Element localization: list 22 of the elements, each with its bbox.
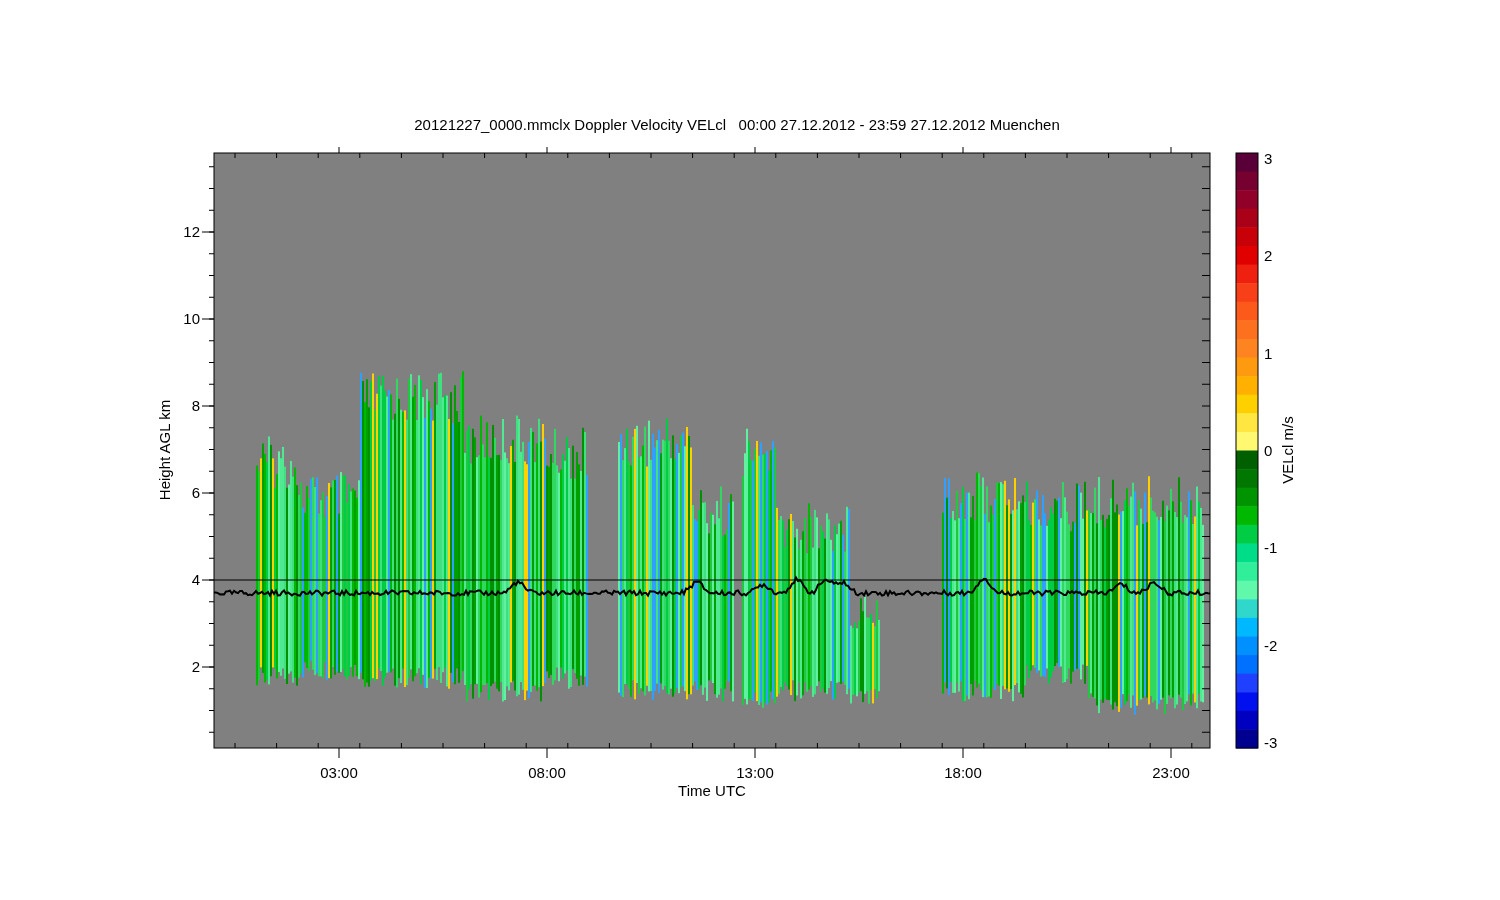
x-axis-label: Time UTC [678, 782, 746, 799]
x-tick-label: 23:00 [1152, 764, 1190, 781]
x-tick-label: 03:00 [320, 764, 358, 781]
colorbar-label: VELcl m/s [1279, 416, 1296, 484]
colorbar-tick-label: -2 [1264, 636, 1278, 654]
y-tick-label: 10 [183, 310, 200, 327]
plot-title: 20121227_0000.mmclx Doppler Velocity VELcl 00:00 27.12.2012 - 23:59 27.12.2012 Muenchen [414, 116, 1060, 133]
colorbar-tick-label: 0 [1264, 441, 1273, 459]
x-tick-label: 18:00 [944, 764, 982, 781]
y-tick-label: 2 [191, 658, 200, 675]
x-tick-label: 08:00 [528, 764, 566, 781]
y-tick-label: 4 [191, 571, 200, 588]
colorbar-tick-label: 2 [1264, 247, 1273, 265]
colorbar-tick-label: -1 [1264, 539, 1278, 557]
colorbar-tick-label: 3 [1264, 150, 1273, 167]
y-tick-label: 8 [191, 397, 200, 414]
y-tick-label: 12 [183, 223, 200, 240]
y-tick-label: 6 [191, 484, 200, 501]
colorbar-tick-label: 1 [1264, 344, 1273, 362]
y-axis-label: Height AGL km [156, 399, 173, 501]
x-tick-label: 13:00 [736, 764, 774, 781]
colorbar-tick-label: -3 [1264, 733, 1278, 751]
